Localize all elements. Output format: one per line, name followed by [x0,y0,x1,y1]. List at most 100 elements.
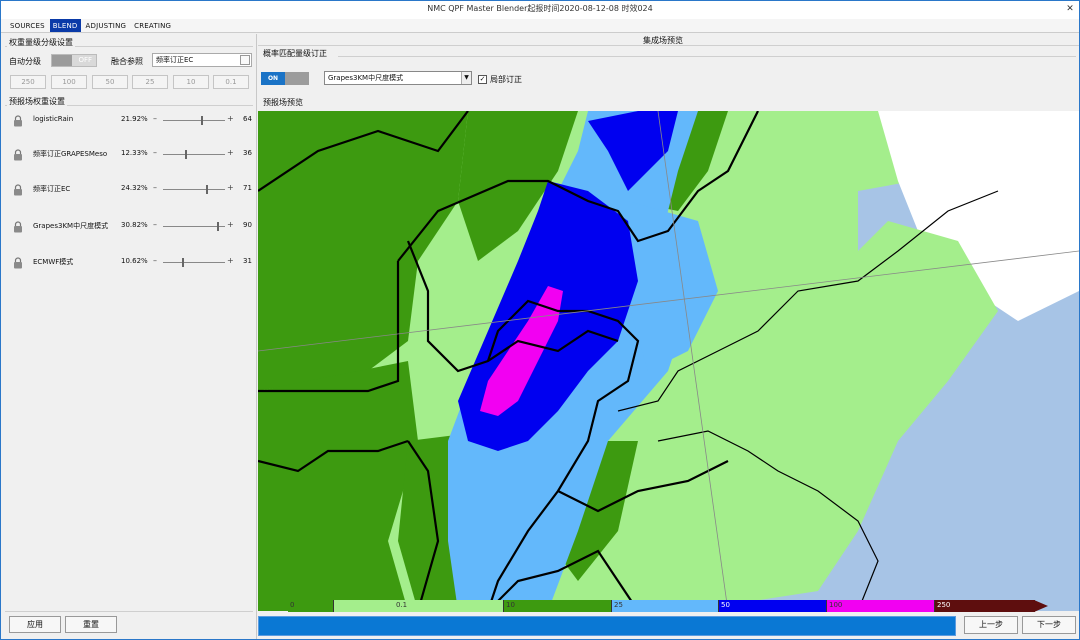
threshold-button-0-1[interactable]: 0.1 [213,75,249,89]
precipitation-map[interactable] [258,111,1079,611]
legend-swatch [719,600,827,612]
freq-title: 概率匹配量级订正 [261,48,329,59]
weight-name: Grapes3KM中尺度模式 [33,222,109,230]
blend-ref-field[interactable]: 频率订正EC [152,53,252,67]
freq-toggle[interactable]: ON [261,72,309,85]
legend-label: 250 [937,601,951,609]
weight-slider[interactable] [163,150,225,159]
lock-icon[interactable] [13,115,23,127]
model-select[interactable]: Grapes3KM中尺度模式 ▼ [324,71,472,85]
weights-title: 预报场权重设置 [7,96,67,107]
weight-slider[interactable] [163,222,225,231]
decrease-icon[interactable]: – [153,148,157,157]
weight-value: 71 [243,184,252,192]
legend-swatch [334,600,504,612]
title-bar: NMC QPF Master Blender起报时间2020-08-12-08 … [1,1,1079,19]
local-correct-label: 局部订正 [490,75,522,84]
grading-title: 权重量级分级设置 [7,37,75,48]
local-correct-checkbox[interactable]: ✓ [478,75,487,84]
increase-icon[interactable]: + [227,220,234,229]
increase-icon[interactable]: + [227,256,234,265]
slider-thumb[interactable] [217,222,219,231]
next-step-button[interactable]: 下一步 [1022,616,1076,634]
preview-header: 集成场预览 [258,34,1079,46]
field-button[interactable] [240,55,250,65]
toggle-state: OFF [78,56,92,64]
slider-thumb[interactable] [181,258,184,267]
menu-creating[interactable]: CREATING [131,19,174,32]
weight-name: 频率订正GRAPESMeso [33,150,108,158]
menu-adjusting[interactable]: ADJUSTING [83,19,130,32]
weight-value: 90 [243,221,252,229]
apply-button[interactable]: 应用 [9,616,61,633]
auto-grade-toggle[interactable]: OFF [51,54,97,67]
threshold-button-25[interactable]: 25 [132,75,168,89]
increase-icon[interactable]: + [227,148,234,157]
weight-percent: 30.82% [121,221,148,229]
legend-label: 100 [829,601,843,609]
progress-bar [258,616,956,636]
lock-icon[interactable] [13,257,23,269]
window-title: NMC QPF Master Blender起报时间2020-08-12-08 … [427,4,653,13]
weight-value: 31 [243,257,252,265]
weight-name: logisticRain [33,115,74,123]
close-icon[interactable]: ✕ [1061,1,1079,19]
toggle-state: ON [261,72,285,85]
weight-row: 频率订正GRAPESMeso 12.33% – + 36 [9,148,255,162]
weight-name: 频率订正EC [33,185,71,193]
preview-title: 预报场预览 [261,97,305,108]
slider-thumb[interactable] [184,150,187,159]
right-panel: 集成场预览 概率匹配量级订正 ON Grapes3KM中尺度模式 ▼ ✓ 局部订… [258,34,1079,639]
weight-row: logisticRain 21.92% – + 64 [9,114,255,128]
decrease-icon[interactable]: – [153,220,157,229]
increase-icon[interactable]: + [227,183,234,192]
increase-icon[interactable]: + [227,114,234,123]
lock-icon[interactable] [13,149,23,161]
divider [338,56,1076,57]
legend-arrow-icon [1034,600,1048,612]
legend-label: 10 [506,601,515,609]
legend-swatch [612,600,719,612]
legend-swatch [827,600,935,612]
preview-tab[interactable]: 集成场预览 [643,35,683,46]
weight-percent: 21.92% [121,115,148,123]
weight-slider[interactable] [163,116,225,125]
threshold-button-10[interactable]: 10 [173,75,209,89]
weight-percent: 10.62% [121,257,148,265]
threshold-button-50[interactable]: 50 [92,75,128,89]
prev-step-button[interactable]: 上一步 [964,616,1018,634]
weight-name: ECMWF模式 [33,258,74,266]
weight-value: 64 [243,115,252,123]
weight-percent: 12.33% [121,149,148,157]
lock-icon[interactable] [13,184,23,196]
window-controls: ✕ [1061,1,1079,19]
weight-row: 频率订正EC 24.32% – + 71 [9,183,255,197]
legend-label: 0 [290,601,295,609]
menu-blend[interactable]: BLEND [49,19,81,32]
lock-icon[interactable] [13,221,23,233]
chevron-down-icon[interactable]: ▼ [461,72,471,84]
weight-row: Grapes3KM中尺度模式 30.82% – + 90 [9,220,255,234]
weight-slider[interactable] [163,185,225,194]
menu-sources[interactable]: SOURCES [7,19,48,32]
threshold-button-100[interactable]: 100 [51,75,87,89]
blend-ref-label: 融合参照 [111,57,143,66]
legend-swatch [504,600,612,612]
legend-label: 0.1 [396,601,408,609]
slider-thumb[interactable] [205,185,208,194]
legend-label: 50 [721,601,730,609]
decrease-icon[interactable]: – [153,114,157,123]
weight-slider[interactable] [163,258,225,267]
divider [5,611,253,612]
weight-value: 36 [243,149,252,157]
weight-row: ECMWF模式 10.62% – + 31 [9,256,255,270]
weight-percent: 24.32% [121,184,148,192]
toggle-knob [52,55,72,66]
decrease-icon[interactable]: – [153,256,157,265]
blend-ref-value: 频率订正EC [156,56,194,64]
slider-thumb[interactable] [201,116,204,125]
threshold-button-250[interactable]: 250 [10,75,46,89]
reset-button[interactable]: 重置 [65,616,117,633]
auto-grade-label: 自动分级 [9,57,41,66]
decrease-icon[interactable]: – [153,183,157,192]
